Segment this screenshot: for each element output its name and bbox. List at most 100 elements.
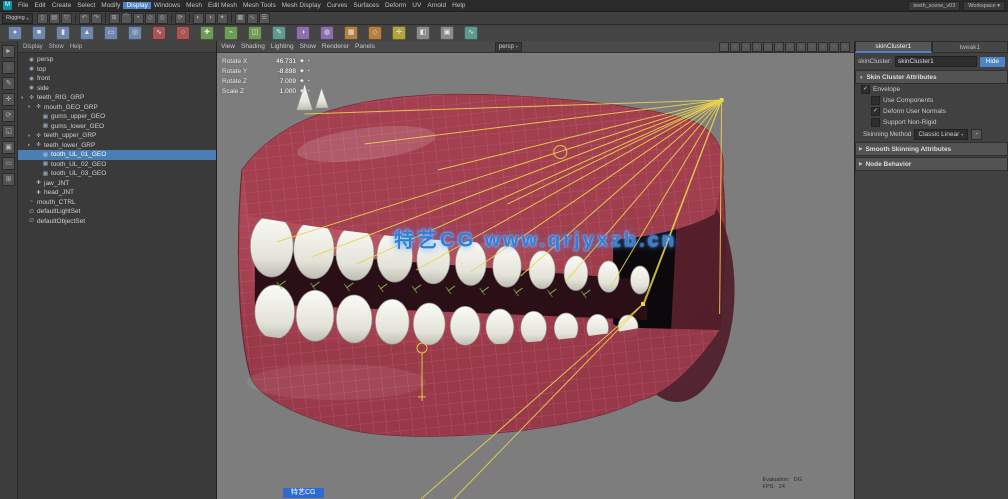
- vp-menu-renderer[interactable]: Renderer: [322, 43, 349, 50]
- menu-deform[interactable]: Deform: [382, 2, 409, 9]
- envelope-checkbox[interactable]: ✓: [861, 85, 870, 94]
- make-live-icon[interactable]: ◎: [157, 13, 168, 24]
- menu-mesh-display[interactable]: Mesh Display: [279, 2, 324, 9]
- outliner-item-tooth-ul-02-geo[interactable]: ▦tooth_UL_02_GEO: [18, 160, 216, 170]
- outliner-menu-display[interactable]: Display: [23, 44, 43, 50]
- menu-set-selector[interactable]: Rigging ▾: [2, 13, 33, 24]
- mute-icon[interactable]: ▪: [308, 58, 310, 64]
- outliner-icon[interactable]: ☰: [259, 13, 270, 24]
- layout-four-pane-icon[interactable]: ⊞: [2, 173, 15, 186]
- menu-help[interactable]: Help: [449, 2, 468, 9]
- keyframe-icon[interactable]: ◆: [300, 78, 304, 84]
- scene-name-field[interactable]: teeth_scene_v03: [908, 1, 960, 11]
- support-non-rigid-checkbox[interactable]: [871, 118, 880, 127]
- open-scene-icon[interactable]: ▤: [49, 13, 60, 24]
- hide-button[interactable]: Hide: [980, 57, 1005, 67]
- hud-channel-value[interactable]: 7.009: [266, 78, 296, 85]
- shadows-icon[interactable]: ▫: [840, 42, 850, 52]
- render-icon[interactable]: ◐: [193, 13, 204, 24]
- menu-arnold[interactable]: Arnold: [424, 2, 449, 9]
- menu-uv[interactable]: UV: [409, 2, 424, 9]
- section-skin-cluster-attributes[interactable]: ▼Skin Cluster Attributes: [855, 70, 1008, 84]
- tab-skincluster1[interactable]: skinCluster1: [855, 41, 932, 53]
- outliner-item-front[interactable]: ◉front: [18, 74, 216, 84]
- outliner-item-defaultobjectset[interactable]: ∅defaultObjectSet: [18, 217, 216, 227]
- menu-mesh-tools[interactable]: Mesh Tools: [240, 2, 279, 9]
- outliner-item-teeth-upper-grp[interactable]: ▾✜teeth_upper_GRP: [18, 131, 216, 141]
- menu-surfaces[interactable]: Surfaces: [350, 2, 382, 9]
- select-tool-icon[interactable]: ►: [2, 45, 15, 58]
- rotate-tool-icon[interactable]: ⟳: [2, 109, 15, 122]
- workspace-selector[interactable]: Workspace ▾: [963, 1, 1005, 11]
- select-camera-icon[interactable]: ▫: [719, 42, 729, 52]
- mute-icon[interactable]: ▪: [308, 88, 310, 94]
- menu-modify[interactable]: Modify: [98, 2, 123, 9]
- menu-select[interactable]: Select: [74, 2, 98, 9]
- redo-icon[interactable]: ↷: [91, 13, 102, 24]
- keyframe-icon[interactable]: ◆: [300, 58, 304, 64]
- outliner-item-jaw-jnt[interactable]: ✚jaw_JNT: [18, 179, 216, 189]
- vp-menu-show[interactable]: Show: [300, 43, 316, 50]
- section-smooth-skinning-attributes[interactable]: ▶Smooth Skinning Attributes: [855, 142, 1008, 156]
- oversampling-icon[interactable]: ▫: [785, 42, 795, 52]
- rig-root-locator[interactable]: [720, 98, 724, 102]
- outliner-item-defaultlightset[interactable]: ∅defaultLightSet: [18, 207, 216, 217]
- construction-history-icon[interactable]: ⟳: [175, 13, 186, 24]
- save-scene-icon[interactable]: ▽: [61, 13, 72, 24]
- outliner-item-mouth-ctrl[interactable]: ~mouth_CTRL: [18, 198, 216, 208]
- outliner-item-tooth-ul-03-geo[interactable]: ▦tooth_UL_03_GEO: [18, 169, 216, 179]
- outliner-item-gums-lower-geo[interactable]: ▦gums_lower_GEO: [18, 122, 216, 132]
- snap-point-icon[interactable]: •: [133, 13, 144, 24]
- outliner-menu-help[interactable]: Help: [70, 44, 82, 50]
- outliner-item-mouth-geo-grp[interactable]: ▾✜mouth_GEO_GRP: [18, 103, 216, 113]
- expand-arrow-icon[interactable]: ▾: [28, 104, 33, 110]
- last-tool-icon[interactable]: ▣: [2, 141, 15, 154]
- undo-icon[interactable]: ↶: [79, 13, 90, 24]
- 2d-pan-zoom-icon[interactable]: ▫: [774, 42, 784, 52]
- outliner-item-teeth-rig-grp[interactable]: ▾✜teeth_RIG_GRP: [18, 93, 216, 103]
- textured-icon[interactable]: ▫: [818, 42, 828, 52]
- menu-display[interactable]: Display: [123, 2, 150, 9]
- hud-channel-value[interactable]: 1.000: [266, 88, 296, 95]
- menu-mesh[interactable]: Mesh: [183, 2, 205, 9]
- outliner-item-teeth-lower-grp[interactable]: ▸✜teeth_lower_GRP: [18, 141, 216, 151]
- wireframe-shaded-icon[interactable]: ▫: [807, 42, 817, 52]
- skinning-method-select[interactable]: Classic Linear▾: [914, 129, 968, 140]
- rig-mid-locator[interactable]: [641, 302, 645, 306]
- app-icon[interactable]: M: [3, 1, 12, 10]
- vp-menu-panels[interactable]: Panels: [355, 43, 375, 50]
- snap-plane-icon[interactable]: ◇: [145, 13, 156, 24]
- menu-edit-mesh[interactable]: Edit Mesh: [205, 2, 240, 9]
- vp-menu-view[interactable]: View: [221, 43, 235, 50]
- hud-channel-value[interactable]: 46.731: [266, 58, 296, 65]
- vp-menu-lighting[interactable]: Lighting: [271, 43, 294, 50]
- outliner-item-head-jnt[interactable]: ✚head_JNT: [18, 188, 216, 198]
- outliner-item-tooth-ul-01-geo[interactable]: ▦tooth_UL_01_GEO: [18, 150, 216, 160]
- section-node-behavior[interactable]: ▶Node Behavior: [855, 157, 1008, 171]
- vp-menu-shading[interactable]: Shading: [241, 43, 265, 50]
- snap-curve-icon[interactable]: ⌒: [121, 13, 132, 24]
- attr-options-button[interactable]: ▪: [971, 129, 982, 140]
- use-components-checkbox[interactable]: [871, 96, 880, 105]
- node-name-field[interactable]: skinCluster1: [895, 56, 977, 67]
- tab-tweak1[interactable]: tweak1: [932, 41, 1008, 53]
- move-tool-icon[interactable]: ✛: [2, 93, 15, 106]
- menu-file[interactable]: File: [15, 2, 31, 9]
- graph-editor-icon[interactable]: ∿: [247, 13, 258, 24]
- snap-grid-icon[interactable]: ⊞: [109, 13, 120, 24]
- outliner-item-side[interactable]: ◉side: [18, 84, 216, 94]
- outliner-item-persp[interactable]: ◉persp: [18, 55, 216, 65]
- camera-selector[interactable]: persp ▾: [495, 42, 522, 52]
- expand-arrow-icon[interactable]: ▾: [28, 133, 33, 139]
- menu-curves[interactable]: Curves: [324, 2, 351, 9]
- expand-arrow-icon[interactable]: ▸: [28, 142, 33, 148]
- outliner-item-gums-upper-geo[interactable]: ▦gums_upper_GEO: [18, 112, 216, 122]
- outliner-item-top[interactable]: ◉top: [18, 65, 216, 75]
- lock-camera-icon[interactable]: ▫: [730, 42, 740, 52]
- deform-user-normals-checkbox[interactable]: ✓: [871, 107, 880, 116]
- mute-icon[interactable]: ▪: [308, 68, 310, 74]
- scene-view[interactable]: [217, 52, 854, 499]
- render-settings-icon[interactable]: ✦: [217, 13, 228, 24]
- image-plane-icon[interactable]: ▫: [763, 42, 773, 52]
- menu-create[interactable]: Create: [49, 2, 75, 9]
